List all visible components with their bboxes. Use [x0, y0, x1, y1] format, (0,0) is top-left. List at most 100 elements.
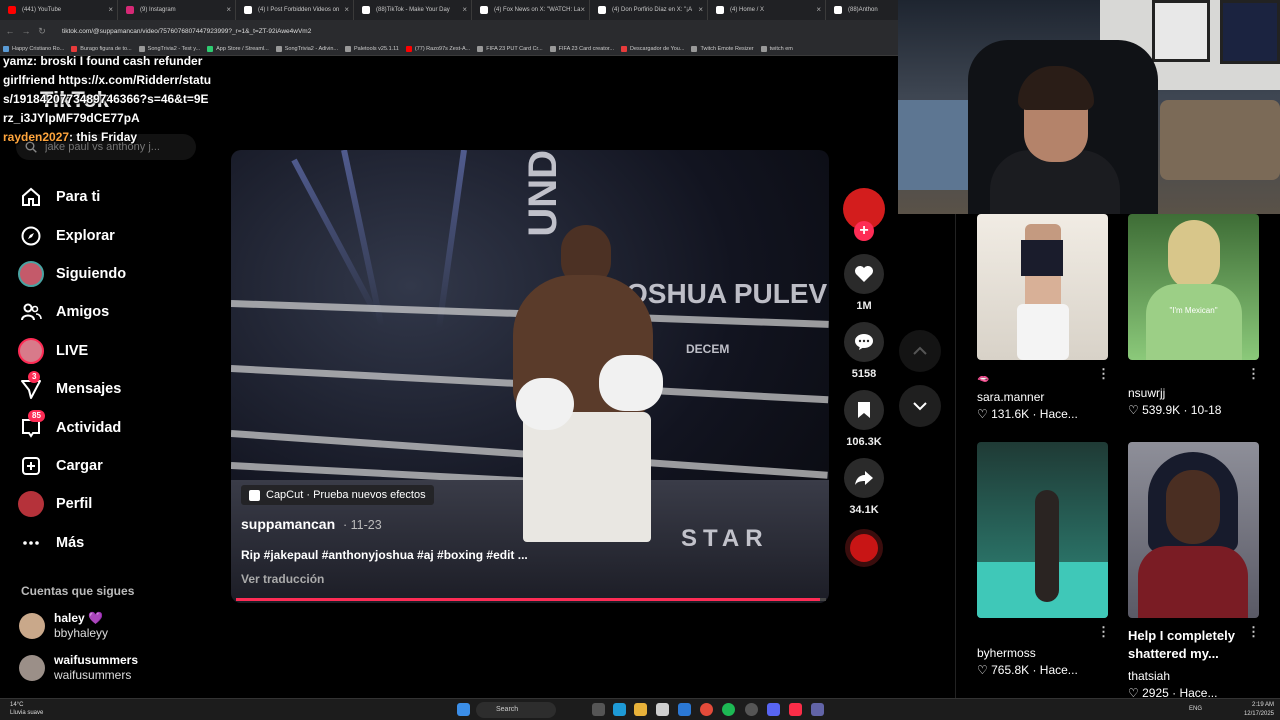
mail-icon[interactable] — [678, 703, 691, 716]
avatar[interactable] — [19, 613, 45, 639]
browser-tab[interactable]: (441) YouTube × — [0, 0, 118, 20]
sidebar-item-live[interactable]: LIVE — [16, 332, 216, 370]
close-icon[interactable]: × — [108, 0, 113, 20]
file-explorer-icon[interactable] — [634, 703, 647, 716]
sidebar-item-mensajes[interactable]: 3 Mensajes — [16, 370, 216, 408]
sidebar-item-amigos[interactable]: Amigos — [16, 293, 216, 331]
card-author[interactable]: thatsiah — [1128, 669, 1170, 683]
reload-icon[interactable]: ↻ — [36, 26, 48, 37]
chrome-icon[interactable] — [700, 703, 713, 716]
video-caption[interactable]: Rip #jakepaul #anthonyjoshua #aj #boxing… — [241, 548, 528, 562]
sidebar-item-label: Más — [56, 534, 85, 551]
bookmark-item[interactable]: Paletools v25.1.11 — [342, 42, 403, 55]
comment-button[interactable] — [844, 322, 884, 362]
next-video-button[interactable] — [899, 385, 941, 427]
bookmark-item[interactable]: FIFA 23 PUT Card Cr... — [474, 42, 546, 55]
edge-icon[interactable] — [613, 703, 626, 716]
video-author[interactable]: suppamancan — [241, 516, 335, 532]
bookmark-item[interactable]: SongTrivia2 - Adivin... — [273, 42, 342, 55]
sidebar-item-siguiendo[interactable]: Siguiendo — [16, 255, 216, 293]
taskbar-search[interactable]: Search — [476, 702, 556, 718]
close-icon[interactable]: × — [226, 0, 231, 20]
share-button[interactable] — [844, 458, 884, 498]
previous-video-button[interactable] — [899, 330, 941, 372]
obs-icon[interactable] — [745, 703, 758, 716]
back-icon[interactable]: ← — [4, 26, 16, 36]
browser-tab[interactable]: (4) Fox News on X: "WATCH: La × — [472, 0, 590, 20]
video-player[interactable]: UND OSHUA PULEV DECEM STAR — [231, 150, 829, 603]
close-icon[interactable]: × — [816, 0, 821, 20]
language-indicator[interactable]: ENG — [1189, 706, 1202, 712]
browser-tab[interactable]: (4) I Post Forbidden Videos on × — [236, 0, 354, 20]
bookmark-item[interactable]: App Store / Streaml... — [204, 42, 273, 55]
store-icon[interactable] — [656, 703, 669, 716]
teams-icon[interactable] — [811, 703, 824, 716]
effect-chip[interactable]: CapCut · Prueba nuevos efectos — [241, 485, 434, 505]
save-button[interactable] — [844, 390, 884, 430]
bookmark-icon — [621, 46, 627, 52]
weather-widget[interactable]: 14°C Lluvia suave — [10, 701, 43, 717]
video-thumbnail[interactable] — [1128, 442, 1259, 618]
more-options-icon[interactable]: ⋮ — [1247, 366, 1260, 382]
thumbnail-figure — [1021, 240, 1063, 276]
clock[interactable]: 2:19 AM 12/17/2025 — [1236, 701, 1274, 719]
sidebar-item-explorar[interactable]: Explorar — [16, 216, 216, 254]
sidebar-item-m-s[interactable]: Más — [16, 524, 216, 562]
browser-tab[interactable]: (4) Don Porfirio Díaz en X: "¡A × — [590, 0, 708, 20]
bookmark-label: FIFA 23 PUT Card Cr... — [486, 46, 543, 52]
avatar[interactable] — [19, 655, 45, 681]
close-icon[interactable]: × — [698, 0, 703, 20]
video-thumbnail[interactable] — [977, 442, 1108, 618]
chat-username: yamz — [3, 54, 34, 68]
music-disc[interactable] — [845, 529, 883, 567]
following-account[interactable]: waifusummers waifusummers — [19, 653, 138, 683]
video-thumbnail[interactable] — [977, 214, 1108, 360]
card-author[interactable]: sara.manner — [977, 390, 1044, 404]
discord-icon[interactable] — [767, 703, 780, 716]
bookmark-label: (77) Razo97s Zest-A... — [414, 46, 471, 52]
windows-start-icon[interactable] — [457, 703, 470, 716]
bookmark-item[interactable]: twitch em — [758, 42, 797, 55]
card-title[interactable]: Help I completely shattered my... — [1128, 627, 1268, 663]
card-author[interactable]: byhermoss — [977, 646, 1036, 660]
browser-tab[interactable]: (4) Home / X × — [708, 0, 826, 20]
translate-link[interactable]: Ver traducción — [241, 572, 324, 586]
bookmark-label: FIFA 23 Card creator... — [558, 46, 614, 52]
follow-plus-icon[interactable]: + — [854, 221, 874, 241]
browser-tab[interactable]: (9) Instagram × — [118, 0, 236, 20]
profile-icon — [16, 491, 46, 518]
sidebar-nav: Para ti Explorar Siguiendo Amigos LIVE 3 Mensa… — [16, 178, 216, 562]
bookmark-item[interactable]: Descargador de You... — [618, 42, 688, 55]
sidebar-item-actividad[interactable]: 85 Actividad — [16, 408, 216, 446]
following-account[interactable]: haley 💜 bbyhaleyy — [19, 611, 108, 641]
creator-avatar[interactable]: + — [843, 188, 885, 241]
more-options-icon[interactable]: ⋮ — [1097, 366, 1110, 382]
forward-icon[interactable]: → — [20, 26, 32, 36]
sidebar-item-label: Siguiendo — [56, 265, 127, 282]
close-icon[interactable]: × — [580, 0, 585, 20]
close-icon[interactable]: × — [344, 0, 349, 20]
card-author[interactable]: nsuwrjj — [1128, 386, 1165, 400]
music-app-icon[interactable] — [789, 703, 802, 716]
bookmark-item[interactable]: FIFA 23 Card creator... — [547, 42, 618, 55]
panel-divider — [955, 214, 956, 698]
bookmark-item[interactable]: (77) Razo97s Zest-A... — [403, 42, 474, 55]
bookmark-item[interactable]: Twitch Emote Resizer — [688, 42, 757, 55]
heart-icon — [855, 266, 873, 282]
like-button[interactable] — [844, 254, 884, 294]
video-thumbnail[interactable]: "I'm Mexican" — [1128, 214, 1259, 360]
sidebar-item-perfil[interactable]: Perfil — [16, 485, 216, 523]
video-progress-bar[interactable] — [236, 598, 826, 601]
more-options-icon[interactable]: ⋮ — [1097, 624, 1110, 640]
sidebar-item-cargar[interactable]: Cargar — [16, 447, 216, 485]
bookmark-label: Descargador de You... — [630, 46, 685, 52]
tab-label: (4) Fox News on X: "WATCH: La — [494, 7, 581, 13]
close-icon[interactable]: × — [462, 0, 467, 20]
sidebar-item-para-ti[interactable]: Para ti — [16, 178, 216, 216]
url-field[interactable]: tiktok.com/@suppamancan/video/7576076807… — [62, 28, 311, 35]
sidebar-item-label: Cargar — [56, 457, 103, 474]
browser-tab[interactable]: (88)TikTok - Make Your Day × — [354, 0, 472, 20]
spotify-icon[interactable] — [722, 703, 735, 716]
task-view-icon[interactable] — [592, 703, 605, 716]
browser-tab[interactable]: (88)Anthon× — [826, 0, 900, 20]
